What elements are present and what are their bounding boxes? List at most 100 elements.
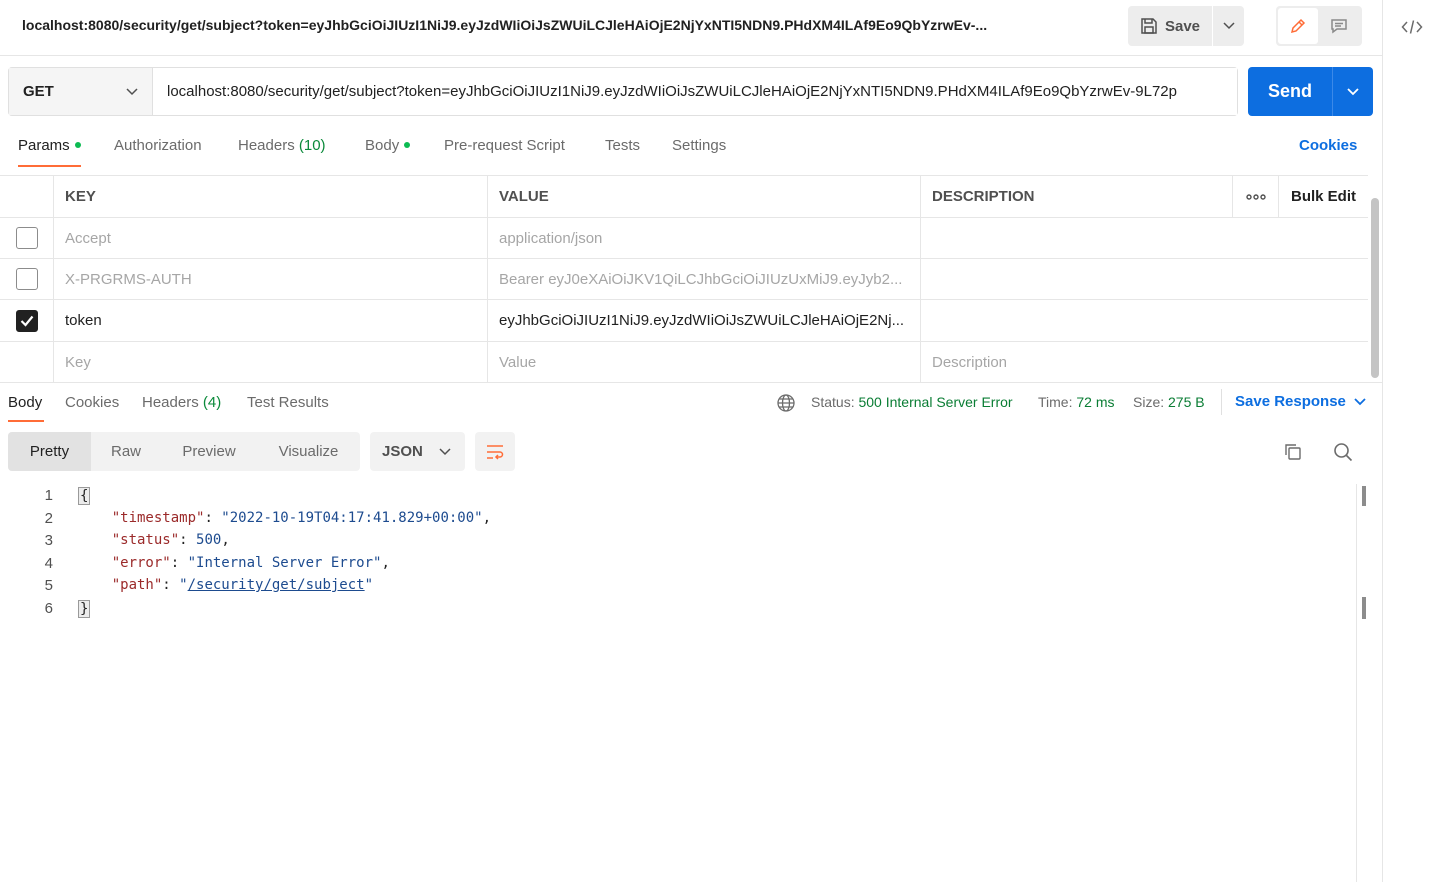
param-value[interactable]: eyJhbGciOiJIUzI1NiJ9.eyJzdWIiOiJsZWUiLCJ… xyxy=(488,300,921,341)
response-tab-headers-label: Headers xyxy=(142,394,199,411)
bulk-edit-button[interactable]: Bulk Edit xyxy=(1279,176,1368,217)
param-description[interactable] xyxy=(921,218,1368,258)
tab-body[interactable]: Body xyxy=(365,137,411,154)
table-row: X-PRGRMS-AUTH Bearer eyJ0eXAiOiJKV1QiLCJ… xyxy=(0,259,1368,300)
response-body-editor[interactable]: 1 2 3 4 5 6 { "timestamp": "2022-10-19T0… xyxy=(0,484,1370,882)
format-tab-pretty[interactable]: Pretty xyxy=(8,432,91,471)
new-description-input[interactable]: Description xyxy=(921,342,1368,383)
code-snippet-button[interactable] xyxy=(1399,14,1425,40)
code-line: "path": "/security/get/subject" xyxy=(111,577,374,593)
tab-tests[interactable]: Tests xyxy=(605,137,640,154)
editor-scroll-track[interactable] xyxy=(1356,484,1357,882)
save-response-label: Save Response xyxy=(1235,393,1346,410)
wrap-lines-icon xyxy=(487,444,504,460)
language-label: JSON xyxy=(382,443,423,460)
code-line: "error": "Internal Server Error", xyxy=(111,555,390,571)
column-header-description: DESCRIPTION xyxy=(921,176,1233,217)
size-value: 275 B xyxy=(1168,394,1205,410)
body-active-dot xyxy=(404,142,411,149)
globe-icon[interactable] xyxy=(776,393,796,413)
cookies-link[interactable]: Cookies xyxy=(1299,137,1357,154)
edit-mode-button[interactable] xyxy=(1278,8,1318,44)
response-tab-body[interactable]: Body xyxy=(8,394,42,411)
request-title[interactable]: localhost:8080/security/get/subject?toke… xyxy=(22,17,1092,33)
param-checkbox[interactable] xyxy=(15,227,38,249)
word-wrap-button[interactable] xyxy=(475,432,515,471)
format-tabs: Pretty Raw Preview Visualize xyxy=(8,432,360,471)
more-options-button[interactable] xyxy=(1233,176,1279,217)
tab-authorization[interactable]: Authorization xyxy=(114,137,202,154)
json-key: "error" xyxy=(111,555,171,571)
param-key[interactable]: token xyxy=(54,300,488,341)
line-number: 3 xyxy=(44,532,53,549)
line-number: 1 xyxy=(44,487,53,504)
floppy-disk-icon xyxy=(1141,18,1157,34)
response-tab-headers[interactable]: Headers (4) xyxy=(142,394,221,411)
param-value-text: eyJhbGciOiJIUzI1NiJ9.eyJzdWIiOiJsZWUiLCJ… xyxy=(499,312,905,329)
chevron-down-icon xyxy=(126,87,138,95)
tab-params[interactable]: Params xyxy=(18,137,81,154)
param-checkbox[interactable] xyxy=(15,309,38,332)
param-description[interactable] xyxy=(921,300,1368,341)
tab-params-label: Params xyxy=(18,137,70,154)
save-response-button[interactable]: Save Response xyxy=(1235,393,1366,410)
comment-mode-button[interactable] xyxy=(1318,8,1360,44)
response-language-select[interactable]: JSON xyxy=(370,432,465,471)
column-header-key: KEY xyxy=(54,176,488,217)
json-number-value: 500 xyxy=(196,532,222,548)
new-value-input[interactable]: Value xyxy=(488,342,921,383)
format-tab-preview[interactable]: Preview xyxy=(161,432,257,471)
param-value[interactable]: application/json xyxy=(488,218,921,258)
json-key: "path" xyxy=(111,577,163,593)
save-options-dropdown[interactable] xyxy=(1213,6,1244,46)
json-string-value: "2022-10-19T04:17:41.829+00:00" xyxy=(221,510,483,526)
http-method-select[interactable]: GET xyxy=(9,68,153,115)
tab-headers-label: Headers xyxy=(238,137,295,154)
tab-prerequest-script[interactable]: Pre-request Script xyxy=(444,137,565,154)
copy-button[interactable] xyxy=(1281,440,1305,464)
json-open-brace: { xyxy=(78,487,91,505)
search-button[interactable] xyxy=(1331,440,1355,464)
json-comma: , xyxy=(482,510,492,526)
send-options-dropdown[interactable] xyxy=(1332,67,1373,116)
line-number: 6 xyxy=(44,600,53,617)
status-value: 500 Internal Server Error xyxy=(858,394,1013,410)
response-tab-test-results[interactable]: Test Results xyxy=(247,394,329,411)
table-row: token eyJhbGciOiJIUzI1NiJ9.eyJzdWIiOiJsZ… xyxy=(0,300,1368,342)
param-description[interactable] xyxy=(921,259,1368,299)
params-scrollbar[interactable] xyxy=(1371,198,1379,378)
params-header-row: KEY VALUE DESCRIPTION Bulk Edit xyxy=(0,176,1368,218)
format-tab-visualize[interactable]: Visualize xyxy=(257,432,360,471)
param-checkbox[interactable] xyxy=(15,268,38,290)
tab-headers[interactable]: Headers (10) xyxy=(238,137,326,154)
size-label: Size: xyxy=(1133,394,1165,410)
column-header-value: VALUE xyxy=(488,176,921,217)
tab-settings[interactable]: Settings xyxy=(672,137,726,154)
param-key[interactable]: Accept xyxy=(54,218,488,258)
copy-icon xyxy=(1285,444,1301,460)
response-tabs: Body Cookies Headers (4) Test Results St… xyxy=(0,382,1382,422)
json-path-link[interactable]: /security/get/subject xyxy=(188,577,365,593)
line-number: 5 xyxy=(44,577,53,594)
param-value[interactable]: Bearer eyJ0eXAiOiJKV1QiLCJhbGciOiJIUzUxM… xyxy=(488,259,921,299)
response-time[interactable]: Time: 72 ms xyxy=(1038,394,1115,410)
request-url-input[interactable] xyxy=(153,68,1237,115)
response-tab-cookies[interactable]: Cookies xyxy=(65,394,119,411)
editor-scroll-marker xyxy=(1362,597,1366,619)
save-button[interactable]: Save xyxy=(1128,6,1212,46)
param-value-text: Bearer eyJ0eXAiOiJKV1QiLCJhbGciOiJIUzUxM… xyxy=(499,270,903,288)
chevron-down-icon xyxy=(1354,397,1366,405)
row-checkbox-cell xyxy=(0,218,54,258)
save-label: Save xyxy=(1164,17,1201,35)
params-active-dot xyxy=(74,142,81,149)
new-key-input[interactable]: Key xyxy=(54,342,488,383)
response-size[interactable]: Size: 275 B xyxy=(1133,394,1205,410)
param-key[interactable]: X-PRGRMS-AUTH xyxy=(54,259,488,299)
send-button[interactable]: Send xyxy=(1248,67,1332,116)
params-table: KEY VALUE DESCRIPTION Bulk Edit Accept a… xyxy=(0,175,1368,383)
response-status[interactable]: Status: 500 Internal Server Error xyxy=(811,394,1013,410)
time-label: Time: xyxy=(1038,394,1073,410)
format-tab-raw[interactable]: Raw xyxy=(91,432,161,471)
editor-scroll-marker xyxy=(1362,486,1366,506)
time-value: 72 ms xyxy=(1076,394,1115,410)
